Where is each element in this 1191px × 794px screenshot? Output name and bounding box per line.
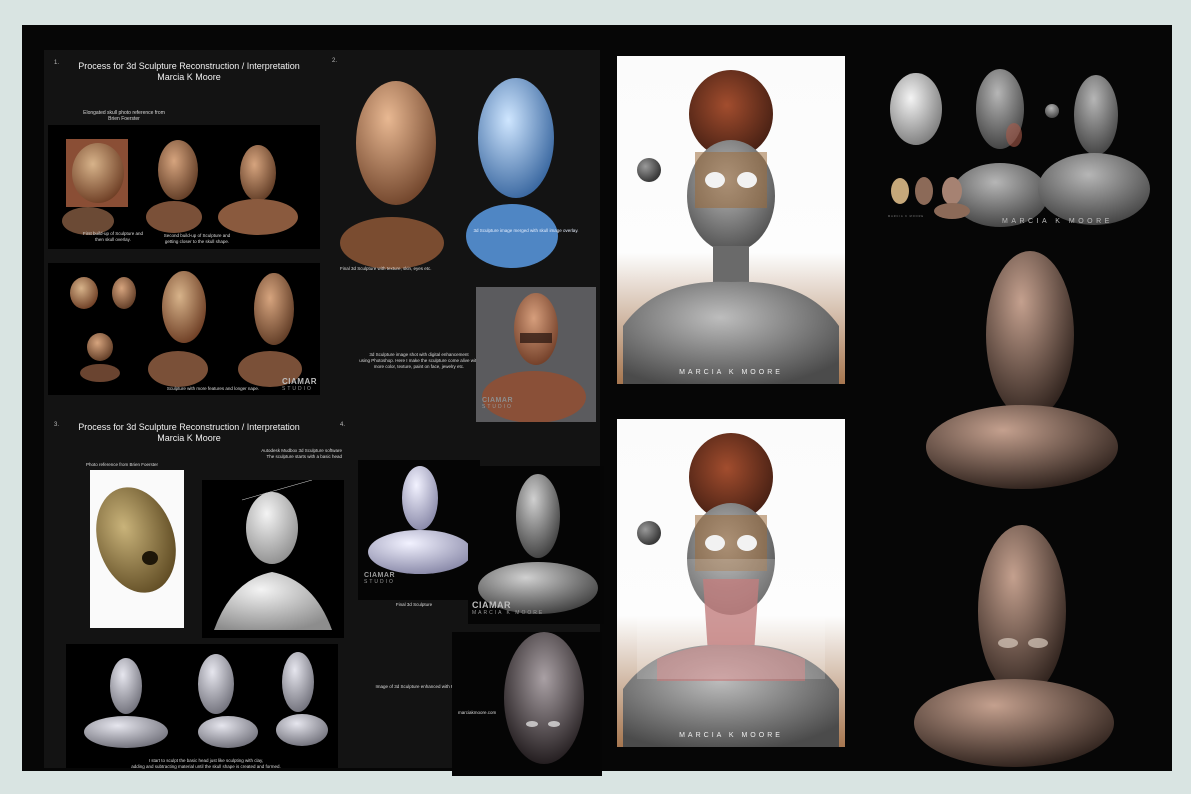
ciamar-logo-3: CIAMAR STUDIO [364,572,395,585]
bronze-bust-top [922,247,1122,497]
mudbox-caption: Autodesk Mudbox 3d Sculpture software Th… [261,448,342,459]
sculpted-caption: Sculpture with more features and longer … [166,386,260,391]
panel-2-number: 2. [332,58,338,64]
sphere-decoration [637,521,661,545]
skull-overlay-image [478,78,554,198]
sphere-decoration [637,158,661,182]
final-sculpture-image [356,81,436,205]
panel-3-title: Process for 3d Sculpture Reconstruction … [78,422,300,432]
poster-credit-top: MARCIA K MOORE [679,369,783,376]
panel-2-final-caption: Final 3d Sculpture with texture, skin, e… [340,266,432,271]
sculpture-feature-images [70,271,302,387]
panel-2-sculptures: Final 3d Sculpture with texture, skin, e… [334,68,596,273]
right-credit: MARCIA K MOORE [1002,218,1113,225]
final-sculpture-box: CIAMAR STUDIO [358,460,480,600]
basic-head-box [202,480,344,638]
panel-1-author: Marcia K Moore [157,72,221,82]
right-top-composition: MARCIA K MOORE MARCIA K MOORE [882,65,1162,235]
website-caption: marciakmoore.com [458,710,497,715]
gray-sculpture-box: CIAMAR MARCIA K MOORE [468,466,604,624]
logo-subtext: STUDIO [282,386,313,392]
buildup-box: First build-up of Sculpture and then sku… [48,125,320,249]
first-buildup-caption: First build-up of Sculpture and then sku… [82,231,144,242]
ciamar-logo-2: CIAMAR STUDIO [482,397,513,410]
sculpt-caption: I start to sculpt the basic head just li… [131,758,281,769]
panel-2-enhanced-caption: 3d Sculpture image shot with digital enh… [359,352,479,369]
poster-credit-bottom: MARCIA K MOORE [679,732,783,739]
enhanced-sculpture-box: marciakmoore.com [452,632,602,776]
sculpture-features-box: Sculpture with more features and longer … [48,263,320,395]
panel-3-author: Marcia K Moore [157,433,221,443]
bronze-bust-bottom [910,519,1120,771]
poster-muscle-overlay: MARCIA K MOORE [617,419,845,747]
logo-text: CIAMAR [282,377,317,386]
collage-board: 1. Process for 3d Sculpture Reconstructi… [22,25,1172,776]
sculpt-stages-box: I start to sculpt the basic head just li… [66,644,338,769]
ciamar-logo-1: CIAMAR STUDIO [282,377,317,392]
logo-subtext: STUDIO [482,404,513,410]
skull-photo-reference [90,470,184,628]
second-buildup-caption: Second build-up of Sculpture and getting… [163,233,231,244]
logo-text: CIAMAR [482,397,513,404]
poster-skull-overlay: MARCIA K MOORE [617,56,845,384]
enhanced-portrait: CIAMAR STUDIO [476,287,596,422]
photo-reference-caption: Photo reference from Brien Foerster [85,462,159,467]
panel-4-number: 4. [340,422,346,428]
logo-subtext: STUDIO [364,579,395,585]
panel-1-title: Process for 3d Sculpture Reconstruction … [78,61,300,71]
process-panel: 1. Process for 3d Sculpture Reconstructi… [44,50,604,776]
panel-4-final-caption: Final 3d Sculpture [395,602,433,607]
panel-2-overlay-caption: 3d Sculpture image merged with skull ima… [473,228,579,233]
logo-text: CIAMAR [472,600,511,610]
panel-3-number: 3. [54,422,60,428]
skull-reference-note: Elongated skull photo reference from Bri… [83,110,165,122]
panel-1-number: 1. [54,60,60,66]
mini-credit: MARCIA K MOORE [888,215,925,218]
ciamar-logo-4: CIAMAR MARCIA K MOORE [472,600,544,616]
logo-subtext: MARCIA K MOORE [472,610,545,616]
logo-text: CIAMAR [364,572,395,579]
